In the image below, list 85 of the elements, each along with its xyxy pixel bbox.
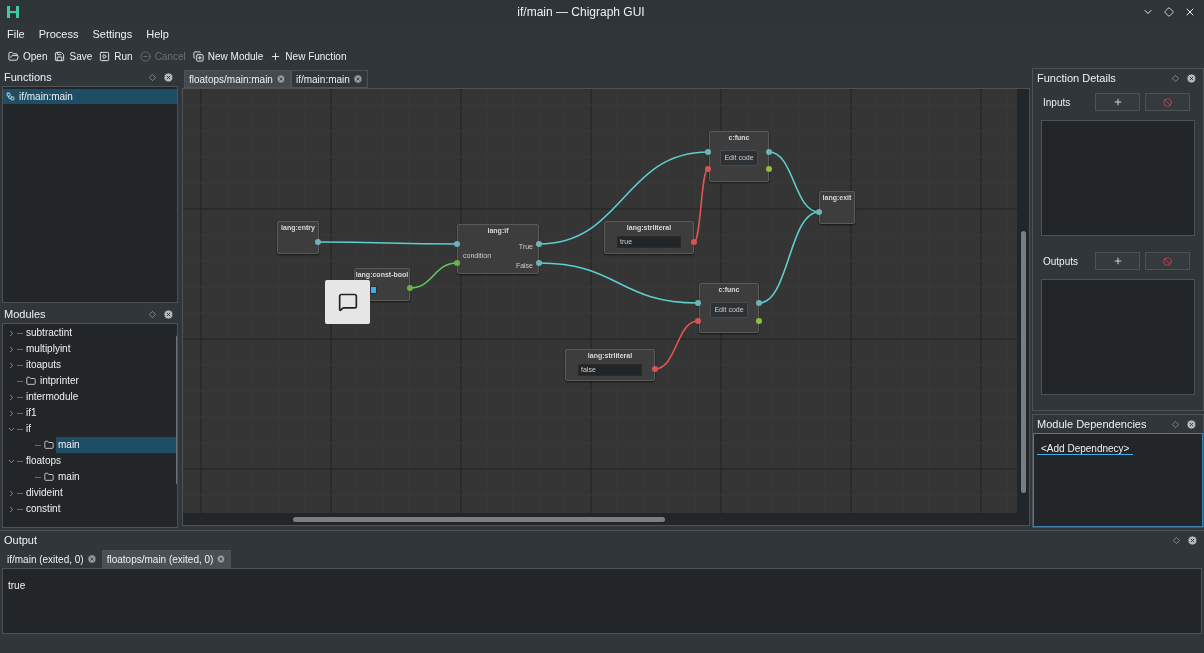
toolbar-button[interactable]: New Function: [270, 49, 347, 64]
module-icon: [192, 51, 204, 62]
port-handle[interactable]: [695, 318, 701, 324]
folder-icon: [26, 376, 36, 386]
toolbar-button[interactable]: Run: [99, 49, 133, 64]
folder-icon: [44, 472, 54, 482]
port-handle[interactable]: [691, 239, 697, 245]
close-icon[interactable]: [86, 554, 97, 564]
port-handle[interactable]: [816, 209, 822, 215]
outputs-label: Outputs: [1043, 254, 1080, 269]
panel-title: Function Details: [1037, 70, 1117, 86]
function-item[interactable]: if/main:main: [3, 89, 177, 104]
tree-item[interactable]: main: [56, 469, 80, 485]
toolbar-button[interactable]: New Module: [192, 49, 264, 64]
port-handle[interactable]: [705, 166, 711, 172]
close-icon[interactable]: [352, 74, 363, 84]
editor-tab[interactable]: if/main:main: [290, 70, 368, 88]
tree-item[interactable]: itoaputs: [24, 357, 62, 373]
port-handle[interactable]: [756, 300, 762, 306]
speech-bubble-icon: [337, 292, 358, 312]
maximize-icon[interactable]: [1164, 6, 1174, 17]
port-handle[interactable]: [756, 318, 762, 324]
panel-title: Functions: [4, 69, 53, 85]
prohibited-icon: [1163, 97, 1172, 107]
tree-item[interactable]: if1: [24, 405, 37, 421]
port-handle[interactable]: [407, 285, 413, 291]
panel-title: Output: [4, 532, 39, 548]
tree-item[interactable]: subtractint: [24, 325, 73, 341]
float-icon[interactable]: [1172, 420, 1179, 428]
port-handle[interactable]: [766, 166, 772, 172]
open-icon: [8, 51, 19, 62]
remove-input-button[interactable]: [1145, 93, 1190, 111]
output-tab[interactable]: floatops/main (exited, 0): [101, 550, 232, 568]
add-dependency-item[interactable]: <Add Dependnecy>: [1037, 443, 1134, 455]
add-output-button[interactable]: [1095, 252, 1140, 270]
folder-icon: [44, 440, 54, 450]
port-handle[interactable]: [315, 239, 321, 245]
float-icon[interactable]: [1172, 74, 1179, 82]
float-icon[interactable]: [149, 310, 156, 318]
panel-title: Modules: [4, 306, 47, 322]
port-handle[interactable]: [652, 366, 658, 372]
float-icon[interactable]: [149, 73, 156, 81]
tree-item[interactable]: constint: [24, 501, 61, 517]
run-icon: [99, 51, 111, 62]
port-handle[interactable]: [766, 149, 772, 155]
tree-item[interactable]: multiplyint: [24, 341, 71, 357]
close-icon[interactable]: [163, 308, 174, 320]
panel-title: Module Dependencies: [1037, 416, 1148, 432]
tree-item[interactable]: intermodule: [24, 389, 79, 405]
save-icon: [54, 51, 66, 62]
plus-icon: [1112, 256, 1123, 266]
scrollbar-thumb[interactable]: [293, 516, 665, 522]
tree-item[interactable]: main: [56, 437, 176, 453]
cancel-icon: [139, 51, 151, 62]
menu-item[interactable]: File: [2, 25, 30, 43]
menu-item[interactable]: Process: [33, 25, 84, 43]
tree-item[interactable]: floatops: [24, 453, 62, 469]
port-handle[interactable]: [705, 149, 711, 155]
close-icon[interactable]: [1187, 534, 1198, 546]
menu-item[interactable]: Help: [141, 25, 174, 43]
logo-icon: [6, 4, 20, 19]
port-handle[interactable]: [695, 300, 701, 306]
tree-item[interactable]: if: [24, 421, 31, 437]
editor-tab[interactable]: floatops/main:main: [184, 70, 291, 88]
toolbar-button[interactable]: Open: [8, 49, 48, 64]
scrollbar-thumb[interactable]: [1020, 231, 1026, 493]
tree-item[interactable]: divideint: [24, 485, 63, 501]
checkbox[interactable]: [370, 287, 376, 293]
add-input-button[interactable]: [1095, 93, 1140, 111]
inputs-label: Inputs: [1043, 95, 1072, 110]
menu-item[interactable]: Settings: [87, 25, 138, 43]
prohibited-icon: [1163, 256, 1172, 266]
toolbar-button[interactable]: Save: [54, 49, 93, 64]
port-handle[interactable]: [454, 260, 460, 266]
output-text: true: [8, 580, 26, 591]
plus-icon: [1112, 97, 1123, 107]
port-handle[interactable]: [536, 241, 542, 247]
close-icon[interactable]: [1186, 72, 1197, 84]
tree-item[interactable]: intprinter: [38, 373, 79, 389]
float-icon[interactable]: [1173, 536, 1180, 544]
port-handle[interactable]: [454, 241, 460, 247]
close-icon[interactable]: [1186, 418, 1197, 430]
close-icon[interactable]: [163, 71, 174, 83]
port-handle[interactable]: [536, 260, 542, 266]
window-title: if/main — Chigraph GUI: [516, 3, 646, 21]
